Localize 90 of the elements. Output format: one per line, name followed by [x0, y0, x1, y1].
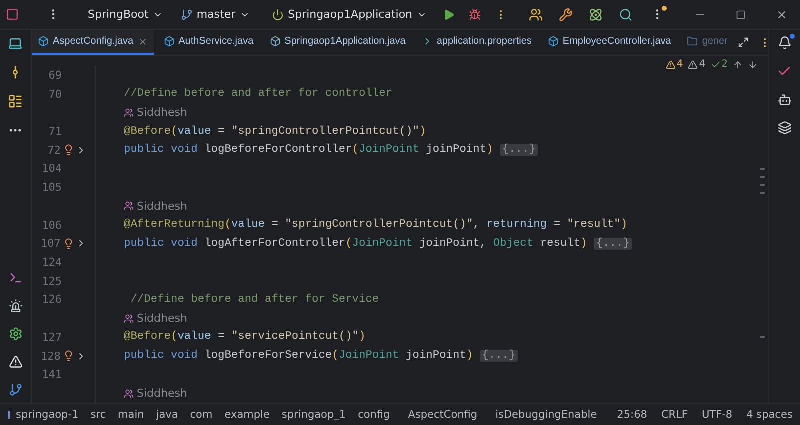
breadcrumb[interactable]: main — [118, 408, 144, 420]
folded-code[interactable]: {...} — [500, 144, 538, 156]
tools-icon[interactable] — [559, 8, 574, 22]
line-number: 126 — [41, 293, 62, 306]
git-branch-icon[interactable] — [8, 383, 22, 397]
class-icon — [164, 36, 175, 47]
author-hint[interactable]: Siddhesh — [124, 106, 188, 120]
line-number: 107 — [40, 237, 61, 250]
line-number: 72 — [46, 144, 61, 157]
class-icon — [548, 36, 559, 47]
terminal-icon[interactable] — [8, 271, 22, 285]
line-number: 71 — [48, 125, 62, 138]
users-icon[interactable] — [529, 8, 544, 22]
users-icon — [124, 314, 134, 324]
users-icon — [124, 388, 134, 399]
editor-tab[interactable]: application.properties — [416, 30, 538, 55]
status-item[interactable]: 25:68 — [617, 408, 648, 420]
line-number: 125 — [41, 274, 62, 288]
arrow-up-icon[interactable] — [733, 60, 743, 70]
line-number: 69 — [48, 68, 62, 82]
folded-code[interactable]: {...} — [594, 238, 632, 250]
run-config-selector[interactable]: Springaop1Application — [272, 8, 427, 21]
arrow-down-icon[interactable] — [748, 60, 758, 70]
warning-icon[interactable] — [8, 355, 22, 369]
power-icon — [272, 8, 284, 20]
search-icon[interactable] — [619, 8, 634, 22]
branch-selector[interactable]: master — [180, 8, 250, 21]
status-item[interactable]: CRLF — [661, 408, 688, 420]
users-icon — [124, 201, 134, 212]
close-icon[interactable] — [776, 8, 788, 20]
users-icon — [124, 108, 134, 118]
warning-icon — [688, 60, 698, 70]
author-hint[interactable]: Siddhesh — [124, 200, 188, 213]
git-branch-icon — [180, 8, 193, 20]
folded-code[interactable]: {...} — [480, 350, 518, 362]
breadcrumb[interactable]: config — [358, 408, 390, 420]
line-number: 106 — [41, 218, 62, 232]
line-number: 105 — [41, 181, 62, 194]
breadcrumb[interactable]: springaop_1 — [282, 408, 346, 420]
status-item[interactable]: 4 spaces — [746, 408, 793, 420]
bug-icon[interactable] — [468, 8, 481, 20]
author-hint[interactable]: Siddhesh — [124, 312, 188, 326]
breadcrumb[interactable]: springaop-1 — [16, 408, 79, 420]
line-number: 128 — [40, 350, 61, 363]
bell-icon[interactable] — [778, 36, 792, 50]
project-selector[interactable]: SpringBoot — [88, 8, 163, 21]
status-item[interactable]: UTF-8 — [702, 408, 733, 420]
editor-tab[interactable]: Springaop1Application.java — [264, 30, 412, 55]
class-icon — [38, 36, 49, 47]
layers-icon[interactable] — [778, 121, 792, 135]
breadcrumb[interactable]: AspectConfig — [408, 408, 478, 420]
code-line: //Define before and after for Service — [130, 294, 380, 306]
close-icon[interactable] — [138, 36, 148, 46]
line-number: 70 — [48, 88, 62, 101]
settings-icon[interactable] — [8, 327, 22, 341]
class-icon — [270, 36, 281, 47]
code-line: //Define before and after for controller — [124, 88, 393, 100]
code-line: @Before(value = "servicePointcut()") — [124, 331, 366, 344]
bot-icon[interactable] — [778, 93, 792, 107]
code-line: @AfterReturning(value = "springControllerPointcut()", returning = "result") — [124, 219, 628, 232]
inspection-count[interactable]: 2 — [722, 59, 728, 70]
check-icon — [710, 60, 721, 70]
atom-icon[interactable] — [589, 8, 604, 22]
run-icon[interactable] — [442, 8, 455, 20]
laptop-icon[interactable] — [8, 36, 23, 51]
line-number: 104 — [41, 162, 62, 176]
warning-icon — [666, 60, 676, 70]
folder-icon — [687, 36, 698, 47]
editor-tab[interactable]: AuthService.java — [158, 30, 260, 55]
breadcrumb[interactable]: java — [156, 408, 178, 420]
maximize-icon[interactable] — [736, 10, 746, 20]
siren-icon[interactable] — [8, 299, 22, 313]
author-hint[interactable]: Siddhesh — [124, 387, 188, 400]
breadcrumb[interactable]: src — [90, 408, 106, 420]
app-logo-icon[interactable] — [6, 8, 19, 21]
inspection-count[interactable]: 4 — [676, 59, 684, 70]
structure-icon[interactable] — [8, 94, 23, 109]
code-line: public void logBeforeForController(JoinPoint joinPoint) — [124, 144, 494, 156]
code-line: public void logAfterForController(JoinPoint joinPoint, Object result) — [124, 238, 588, 250]
breadcrumb[interactable]: com — [190, 408, 213, 420]
editor-tab[interactable]: EmployeeController.java — [542, 30, 678, 55]
line-number: 124 — [41, 256, 62, 270]
code-line: public void logBeforeForService(JoinPoint joinPoint) — [124, 350, 474, 362]
line-number: 141 — [41, 368, 62, 382]
breadcrumb[interactable]: example — [224, 408, 270, 420]
inspection-count[interactable]: 4 — [699, 59, 706, 70]
code-line: @Before(value = "springControllerPointcut()") — [124, 126, 426, 138]
breadcrumb[interactable]: isDebuggingEnable — [496, 408, 598, 420]
line-number: 127 — [41, 330, 62, 344]
editor-tab[interactable]: AspectConfig.java — [32, 30, 154, 55]
